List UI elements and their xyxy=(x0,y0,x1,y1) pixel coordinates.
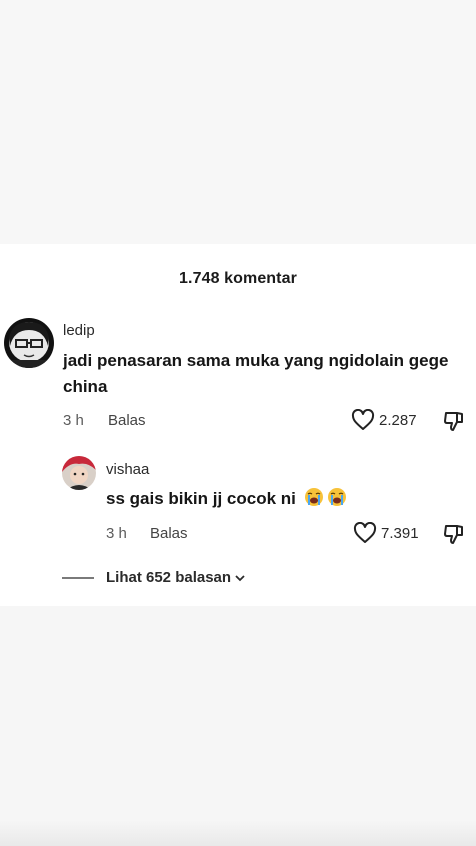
avatar[interactable] xyxy=(4,318,54,368)
reply-timestamp: 3 h xyxy=(106,525,127,542)
dislike-button[interactable] xyxy=(442,409,466,438)
reply-like-button[interactable]: 7.391 xyxy=(353,522,419,544)
heart-icon xyxy=(351,409,375,430)
reply-reply-button[interactable]: Balas xyxy=(150,525,188,542)
video-area xyxy=(0,0,476,244)
like-count: 2.287 xyxy=(379,411,417,429)
divider xyxy=(62,576,94,579)
comments-panel: 1.748 komentar ledip jadi penasaran sama… xyxy=(0,244,476,606)
view-replies-label: Lihat 652 balasan xyxy=(106,569,232,586)
reply-avatar[interactable] xyxy=(62,456,96,490)
reply-text-content: ss gais bikin jj cocok ni xyxy=(106,489,296,508)
view-replies-link[interactable]: Lihat 652 balasan xyxy=(62,569,246,586)
reply-like-count: 7.391 xyxy=(381,524,419,542)
chevron-down-icon xyxy=(235,574,245,581)
reply-text: ss gais bikin jj cocok ni xyxy=(106,486,466,512)
comment-timestamp: 3 h xyxy=(63,412,84,429)
loudly-crying-face-icon xyxy=(304,488,323,506)
heart-icon xyxy=(353,522,377,543)
like-button[interactable]: 2.287 xyxy=(351,409,417,431)
reply-username[interactable]: vishaa xyxy=(106,461,149,478)
thumbs-down-icon xyxy=(444,525,463,544)
comment-text: jadi penasaran sama muka yang ngidolain … xyxy=(63,351,449,396)
bottom-bar xyxy=(0,820,476,846)
comment-count: 1.748 komentar xyxy=(179,270,297,287)
bottom-area xyxy=(0,606,476,846)
comment-username[interactable]: ledip xyxy=(63,322,95,339)
reply-button[interactable]: Balas xyxy=(108,412,146,429)
loudly-crying-face-icon xyxy=(327,488,346,506)
thumbs-down-icon xyxy=(444,412,463,431)
reply-dislike-button[interactable] xyxy=(442,522,466,551)
